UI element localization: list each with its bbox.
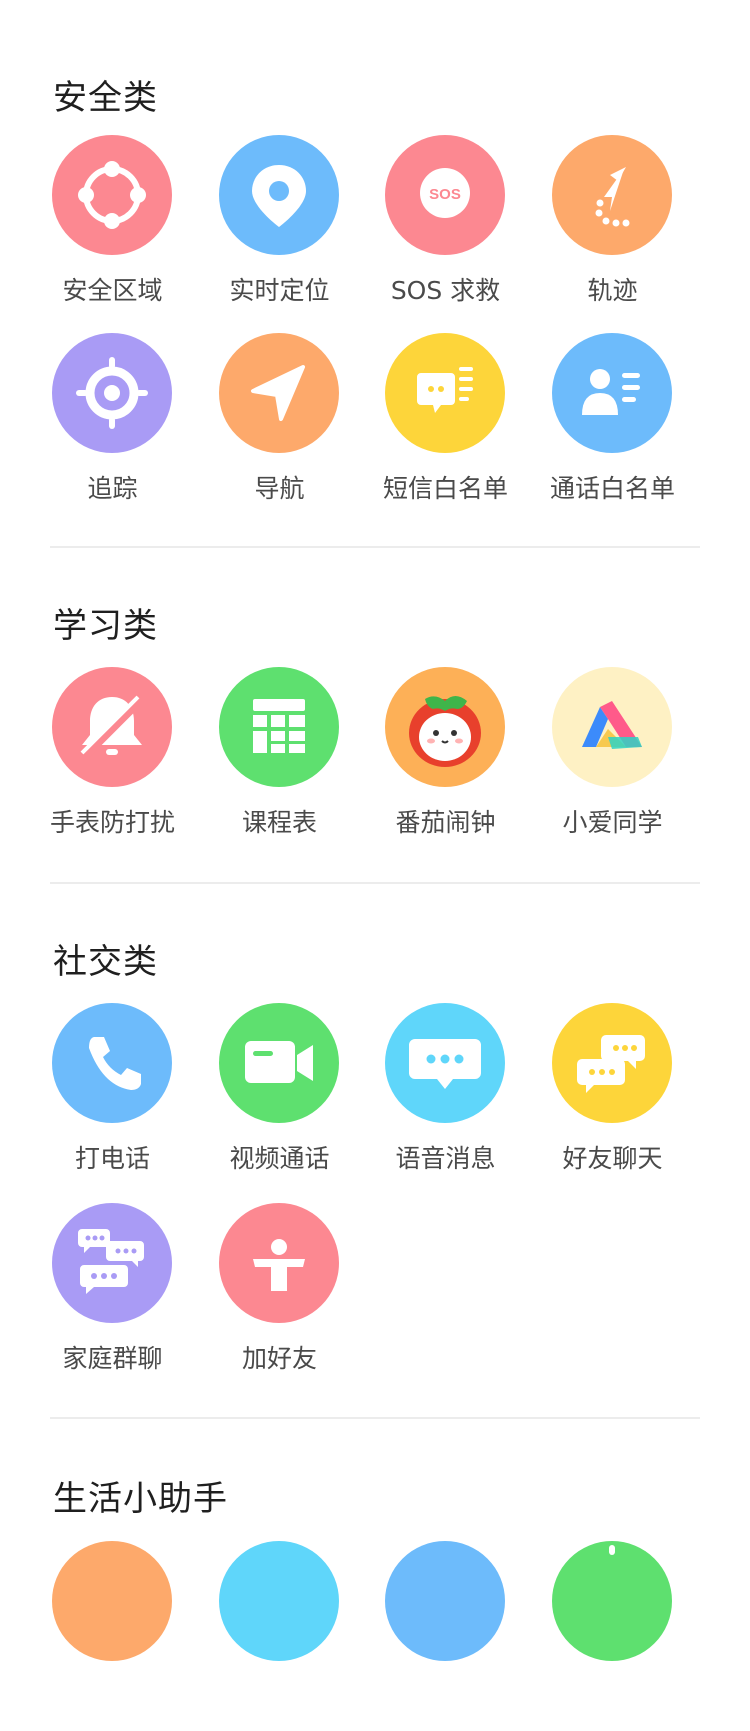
section-title-life: 生活小助手 <box>53 1479 228 1519</box>
app-icon <box>52 1541 172 1661</box>
tile-life-1[interactable] <box>25 1541 200 1731</box>
tile-life-4[interactable] <box>525 1541 700 1731</box>
app-icon <box>385 1541 505 1661</box>
tile-life-3[interactable] <box>358 1541 533 1731</box>
app-icon <box>552 1541 672 1661</box>
app-icon <box>219 1541 339 1661</box>
tile-life-2[interactable] <box>192 1541 367 1731</box>
section-life: 生活小助手 <box>0 0 750 1661</box>
